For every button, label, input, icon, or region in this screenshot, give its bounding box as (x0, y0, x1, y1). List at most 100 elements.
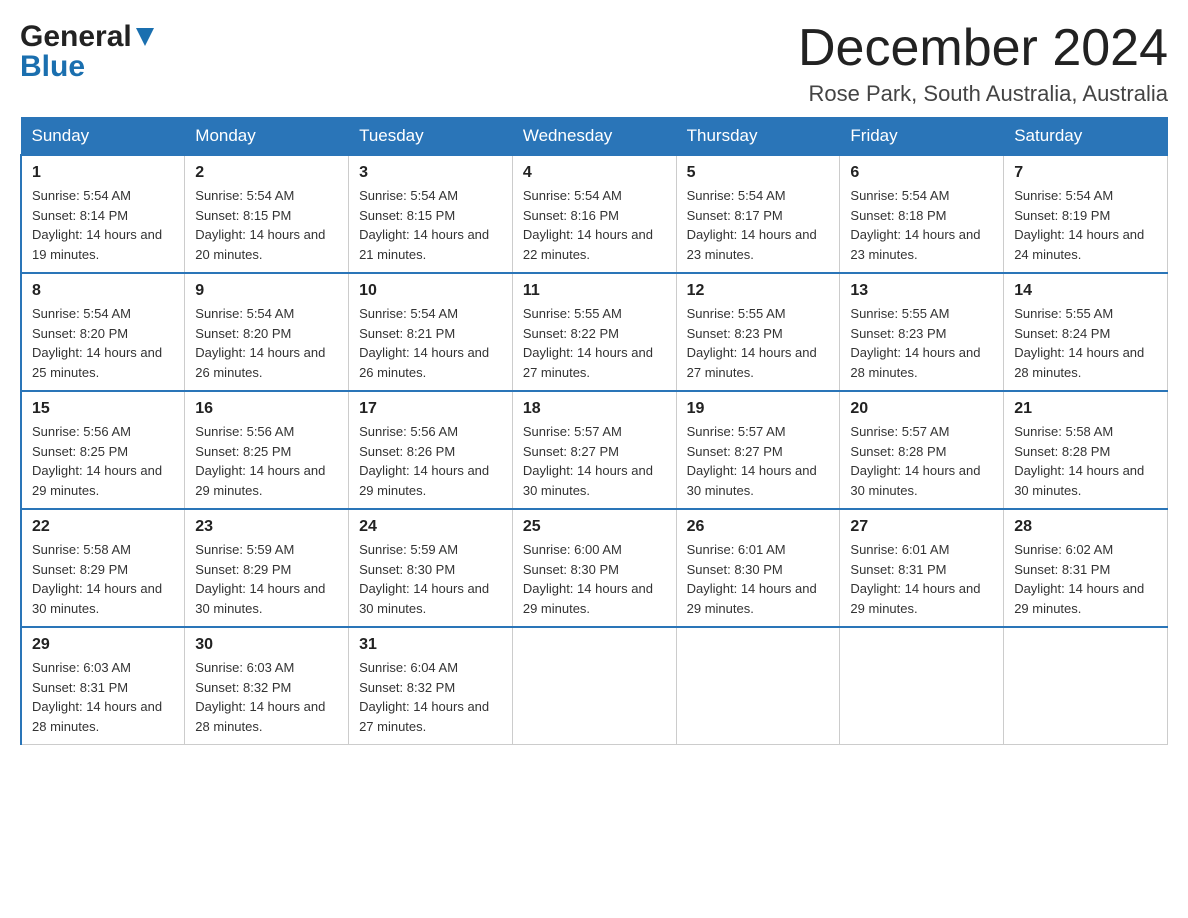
daylight-label: Daylight: 14 hours and 28 minutes. (1014, 345, 1144, 380)
col-sunday: Sunday (21, 118, 185, 156)
table-row (840, 627, 1004, 745)
daylight-label: Daylight: 14 hours and 30 minutes. (359, 581, 489, 616)
sunset-label: Sunset: 8:32 PM (359, 680, 455, 695)
daylight-label: Daylight: 14 hours and 29 minutes. (850, 581, 980, 616)
day-number: 30 (195, 636, 338, 654)
logo-triangle-icon (136, 28, 154, 51)
day-info: Sunrise: 5:54 AM Sunset: 8:20 PM Dayligh… (32, 304, 174, 382)
sunrise-label: Sunrise: 5:55 AM (1014, 306, 1113, 321)
table-row: 29 Sunrise: 6:03 AM Sunset: 8:31 PM Dayl… (21, 627, 185, 745)
sunrise-label: Sunrise: 5:54 AM (687, 188, 786, 203)
daylight-label: Daylight: 14 hours and 28 minutes. (850, 345, 980, 380)
daylight-label: Daylight: 14 hours and 29 minutes. (32, 463, 162, 498)
sunset-label: Sunset: 8:27 PM (687, 444, 783, 459)
table-row: 9 Sunrise: 5:54 AM Sunset: 8:20 PM Dayli… (185, 273, 349, 391)
table-row: 28 Sunrise: 6:02 AM Sunset: 8:31 PM Dayl… (1004, 509, 1168, 627)
sunrise-label: Sunrise: 6:03 AM (195, 660, 294, 675)
sunrise-label: Sunrise: 5:59 AM (359, 542, 458, 557)
daylight-label: Daylight: 14 hours and 27 minutes. (687, 345, 817, 380)
day-number: 15 (32, 400, 174, 418)
sunrise-label: Sunrise: 5:55 AM (523, 306, 622, 321)
table-row (1004, 627, 1168, 745)
calendar-table: Sunday Monday Tuesday Wednesday Thursday… (20, 117, 1168, 745)
table-row: 31 Sunrise: 6:04 AM Sunset: 8:32 PM Dayl… (349, 627, 513, 745)
sunset-label: Sunset: 8:30 PM (687, 562, 783, 577)
day-number: 25 (523, 518, 666, 536)
day-number: 16 (195, 400, 338, 418)
sunset-label: Sunset: 8:25 PM (32, 444, 128, 459)
daylight-label: Daylight: 14 hours and 30 minutes. (32, 581, 162, 616)
table-row: 7 Sunrise: 5:54 AM Sunset: 8:19 PM Dayli… (1004, 155, 1168, 273)
calendar-week-row: 1 Sunrise: 5:54 AM Sunset: 8:14 PM Dayli… (21, 155, 1168, 273)
col-monday: Monday (185, 118, 349, 156)
table-row: 12 Sunrise: 5:55 AM Sunset: 8:23 PM Dayl… (676, 273, 840, 391)
sunrise-label: Sunrise: 5:54 AM (523, 188, 622, 203)
day-info: Sunrise: 5:54 AM Sunset: 8:16 PM Dayligh… (523, 186, 666, 264)
sunrise-label: Sunrise: 5:54 AM (195, 188, 294, 203)
day-number: 29 (32, 636, 174, 654)
daylight-label: Daylight: 14 hours and 30 minutes. (850, 463, 980, 498)
day-info: Sunrise: 5:54 AM Sunset: 8:17 PM Dayligh… (687, 186, 830, 264)
daylight-label: Daylight: 14 hours and 30 minutes. (1014, 463, 1144, 498)
day-number: 17 (359, 400, 502, 418)
day-info: Sunrise: 6:01 AM Sunset: 8:30 PM Dayligh… (687, 540, 830, 618)
day-number: 2 (195, 164, 338, 182)
sunrise-label: Sunrise: 6:01 AM (687, 542, 786, 557)
sunset-label: Sunset: 8:20 PM (195, 326, 291, 341)
sunset-label: Sunset: 8:26 PM (359, 444, 455, 459)
day-number: 22 (32, 518, 174, 536)
daylight-label: Daylight: 14 hours and 21 minutes. (359, 227, 489, 262)
sunset-label: Sunset: 8:28 PM (850, 444, 946, 459)
sunrise-label: Sunrise: 5:54 AM (1014, 188, 1113, 203)
table-row: 4 Sunrise: 5:54 AM Sunset: 8:16 PM Dayli… (512, 155, 676, 273)
table-row: 8 Sunrise: 5:54 AM Sunset: 8:20 PM Dayli… (21, 273, 185, 391)
day-number: 6 (850, 164, 993, 182)
daylight-label: Daylight: 14 hours and 25 minutes. (32, 345, 162, 380)
logo: General Blue (20, 20, 154, 84)
sunset-label: Sunset: 8:31 PM (32, 680, 128, 695)
table-row: 18 Sunrise: 5:57 AM Sunset: 8:27 PM Dayl… (512, 391, 676, 509)
sunset-label: Sunset: 8:29 PM (195, 562, 291, 577)
table-row: 30 Sunrise: 6:03 AM Sunset: 8:32 PM Dayl… (185, 627, 349, 745)
day-info: Sunrise: 5:56 AM Sunset: 8:26 PM Dayligh… (359, 422, 502, 500)
sunrise-label: Sunrise: 5:54 AM (359, 306, 458, 321)
sunset-label: Sunset: 8:23 PM (687, 326, 783, 341)
day-info: Sunrise: 6:01 AM Sunset: 8:31 PM Dayligh… (850, 540, 993, 618)
col-thursday: Thursday (676, 118, 840, 156)
day-info: Sunrise: 6:03 AM Sunset: 8:31 PM Dayligh… (32, 658, 174, 736)
sunrise-label: Sunrise: 5:55 AM (850, 306, 949, 321)
daylight-label: Daylight: 14 hours and 20 minutes. (195, 227, 325, 262)
table-row (676, 627, 840, 745)
day-info: Sunrise: 6:03 AM Sunset: 8:32 PM Dayligh… (195, 658, 338, 736)
day-info: Sunrise: 5:57 AM Sunset: 8:27 PM Dayligh… (687, 422, 830, 500)
sunset-label: Sunset: 8:31 PM (1014, 562, 1110, 577)
sunset-label: Sunset: 8:14 PM (32, 208, 128, 223)
table-row: 3 Sunrise: 5:54 AM Sunset: 8:15 PM Dayli… (349, 155, 513, 273)
day-info: Sunrise: 5:55 AM Sunset: 8:22 PM Dayligh… (523, 304, 666, 382)
sunrise-label: Sunrise: 5:57 AM (687, 424, 786, 439)
daylight-label: Daylight: 14 hours and 26 minutes. (359, 345, 489, 380)
daylight-label: Daylight: 14 hours and 28 minutes. (195, 699, 325, 734)
sunset-label: Sunset: 8:22 PM (523, 326, 619, 341)
sunset-label: Sunset: 8:25 PM (195, 444, 291, 459)
day-number: 27 (850, 518, 993, 536)
day-info: Sunrise: 5:57 AM Sunset: 8:28 PM Dayligh… (850, 422, 993, 500)
table-row: 2 Sunrise: 5:54 AM Sunset: 8:15 PM Dayli… (185, 155, 349, 273)
table-row (512, 627, 676, 745)
sunrise-label: Sunrise: 5:54 AM (32, 306, 131, 321)
sunset-label: Sunset: 8:21 PM (359, 326, 455, 341)
sunset-label: Sunset: 8:32 PM (195, 680, 291, 695)
sunrise-label: Sunrise: 6:02 AM (1014, 542, 1113, 557)
daylight-label: Daylight: 14 hours and 30 minutes. (523, 463, 653, 498)
sunrise-label: Sunrise: 5:54 AM (195, 306, 294, 321)
day-number: 11 (523, 282, 666, 300)
sunset-label: Sunset: 8:20 PM (32, 326, 128, 341)
col-friday: Friday (840, 118, 1004, 156)
day-number: 5 (687, 164, 830, 182)
daylight-label: Daylight: 14 hours and 29 minutes. (1014, 581, 1144, 616)
day-number: 18 (523, 400, 666, 418)
daylight-label: Daylight: 14 hours and 24 minutes. (1014, 227, 1144, 262)
table-row: 14 Sunrise: 5:55 AM Sunset: 8:24 PM Dayl… (1004, 273, 1168, 391)
day-info: Sunrise: 5:54 AM Sunset: 8:20 PM Dayligh… (195, 304, 338, 382)
table-row: 27 Sunrise: 6:01 AM Sunset: 8:31 PM Dayl… (840, 509, 1004, 627)
